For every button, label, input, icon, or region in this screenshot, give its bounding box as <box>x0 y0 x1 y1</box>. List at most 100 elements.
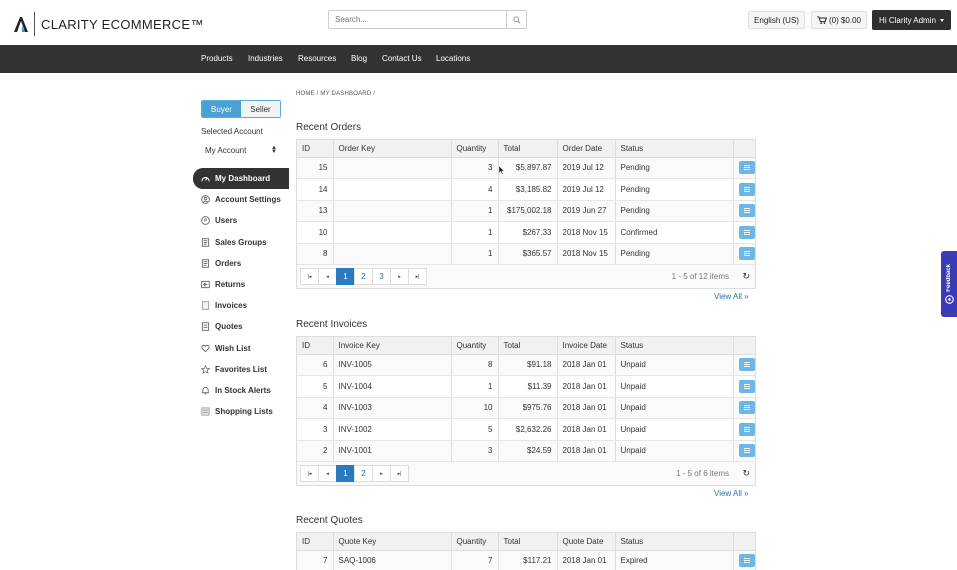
feedback-tab[interactable]: Feedback <box>941 251 957 317</box>
cell-key <box>333 200 452 222</box>
sidebar-item-my-dashboard[interactable]: My Dashboard <box>193 168 289 190</box>
cell-date: 2018 Nov 15 <box>557 221 616 244</box>
column-header[interactable]: Total <box>498 337 558 355</box>
sidebar-item-quotes[interactable]: Quotes <box>193 316 289 337</box>
cell-id: 5 <box>297 375 334 398</box>
cart-button[interactable]: (0) $0.00 <box>811 11 867 29</box>
page-button[interactable]: 1 <box>336 268 355 285</box>
first-page-button[interactable]: |◂ <box>300 465 319 482</box>
cell-quantity: 1 <box>451 221 499 244</box>
view-details-button[interactable] <box>738 161 755 175</box>
nav-item-industries[interactable]: Industries <box>248 54 283 63</box>
user-icon <box>201 195 210 205</box>
nav-item-blog[interactable]: Blog <box>351 54 367 63</box>
nav-item-contact-us[interactable]: Contact Us <box>382 54 422 63</box>
view-details-button[interactable] <box>738 444 755 458</box>
page-button[interactable]: 2 <box>354 268 373 285</box>
column-header[interactable]: Quote Date <box>557 533 616 551</box>
language-button[interactable]: English (US) <box>748 11 805 29</box>
nav-item-products[interactable]: Products <box>201 54 233 63</box>
sidebar-item-label: Invoices <box>215 301 248 311</box>
nav-item-locations[interactable]: Locations <box>436 54 470 63</box>
view-details-button[interactable] <box>738 422 755 436</box>
logo[interactable]: CLARITY ECOMMERCE™ <box>13 12 204 36</box>
orders-view-all-link[interactable]: View All » <box>714 292 749 301</box>
nav-item-resources[interactable]: Resources <box>298 54 336 63</box>
view-details-button[interactable] <box>738 225 755 239</box>
column-header[interactable]: Invoice Date <box>557 337 616 355</box>
cell-actions <box>733 440 755 462</box>
user-menu-button[interactable]: Hi Clarity Admin <box>872 10 951 30</box>
cell-id: 7 <box>297 550 334 570</box>
next-page-button[interactable]: ▸ <box>390 268 409 285</box>
column-header[interactable]: Quantity <box>451 140 499 158</box>
column-header[interactable]: Quantity <box>451 337 499 355</box>
column-header[interactable]: Total <box>498 140 558 158</box>
column-header[interactable]: ID <box>297 140 334 158</box>
last-page-button[interactable]: ▸| <box>390 465 409 482</box>
table-row: 4 INV-1003 10 $975.76 2018 Jan 01 Unpaid <box>297 397 755 419</box>
refresh-icon[interactable]: ↻ <box>742 468 750 479</box>
column-header[interactable]: Status <box>615 140 734 158</box>
user-greeting: Hi Clarity Admin <box>879 15 936 25</box>
column-header[interactable]: ID <box>297 533 334 551</box>
cell-total: $117.21 <box>498 550 558 570</box>
view-details-button[interactable] <box>738 204 755 218</box>
column-header[interactable]: Invoice Key <box>333 337 452 355</box>
column-header[interactable]: Status <box>615 337 734 355</box>
column-header-actions <box>733 337 755 355</box>
column-header[interactable]: Total <box>498 533 558 551</box>
selected-account-select[interactable]: My Account ▲ ▼ <box>201 142 281 158</box>
sidebar-item-sales-groups[interactable]: Sales Groups <box>193 232 289 253</box>
prev-page-button[interactable]: ◂ <box>318 465 337 482</box>
sidebar-item-invoices[interactable]: Invoices <box>193 295 289 316</box>
column-header[interactable]: Quantity <box>451 533 499 551</box>
column-header[interactable]: Order Date <box>557 140 616 158</box>
search-bar <box>328 10 527 29</box>
buyer-toggle-button[interactable]: Buyer <box>202 101 241 117</box>
sidebar-item-wish-list[interactable]: Wish List <box>193 338 289 359</box>
list-icon <box>743 383 750 389</box>
first-page-button[interactable]: |◂ <box>300 268 319 285</box>
view-details-button[interactable] <box>738 379 755 393</box>
prev-page-button[interactable]: ◂ <box>318 268 337 285</box>
column-header-actions <box>733 533 755 551</box>
sidebar-item-orders[interactable]: Orders <box>193 253 289 274</box>
sidebar-item-in-stock-alerts[interactable]: In Stock Alerts <box>193 380 289 401</box>
sidebar-item-returns[interactable]: Returns <box>193 274 289 295</box>
invoices-view-all-link[interactable]: View All » <box>714 489 749 498</box>
sidebar-item-users[interactable]: Users <box>193 210 289 231</box>
cell-status: Unpaid <box>615 418 734 441</box>
sidebar-item-favorites-list[interactable]: Favorites List <box>193 359 289 380</box>
page-button[interactable]: 2 <box>354 465 373 482</box>
search-input[interactable] <box>329 11 506 28</box>
refresh-icon[interactable]: ↻ <box>742 271 750 282</box>
cell-key <box>333 221 452 244</box>
list-icon <box>743 165 750 171</box>
sidebar-item-shopping-lists[interactable]: Shopping Lists <box>193 401 289 422</box>
page-button[interactable]: 1 <box>336 465 355 482</box>
column-header[interactable]: Status <box>615 533 734 551</box>
view-details-button[interactable] <box>738 401 755 415</box>
star-icon <box>201 364 210 374</box>
sidebar-item-account-settings[interactable]: Account Settings <box>193 189 289 210</box>
view-details-button[interactable] <box>738 358 755 372</box>
cell-status: Pending <box>615 243 734 265</box>
cell-total: $3,185.82 <box>498 178 558 201</box>
breadcrumb[interactable]: HOME / MY DASHBOARD / <box>296 91 375 97</box>
column-header[interactable]: Quote Key <box>333 533 452 551</box>
last-page-button[interactable]: ▸| <box>408 268 427 285</box>
column-header[interactable]: ID <box>297 337 334 355</box>
page-button[interactable]: 3 <box>372 268 391 285</box>
column-header[interactable]: Order Key <box>333 140 452 158</box>
seller-toggle-button[interactable]: Seller <box>241 101 280 117</box>
sidebar-item-label: In Stock Alerts <box>215 385 271 395</box>
cell-quantity: 8 <box>451 354 499 376</box>
view-details-button[interactable] <box>738 182 755 196</box>
sidebar-item-label: Wish List <box>215 343 251 353</box>
view-details-button[interactable] <box>738 554 755 568</box>
view-details-button[interactable] <box>738 247 755 261</box>
search-button[interactable] <box>506 11 526 28</box>
next-page-button[interactable]: ▸ <box>372 465 391 482</box>
cell-actions <box>733 354 755 376</box>
